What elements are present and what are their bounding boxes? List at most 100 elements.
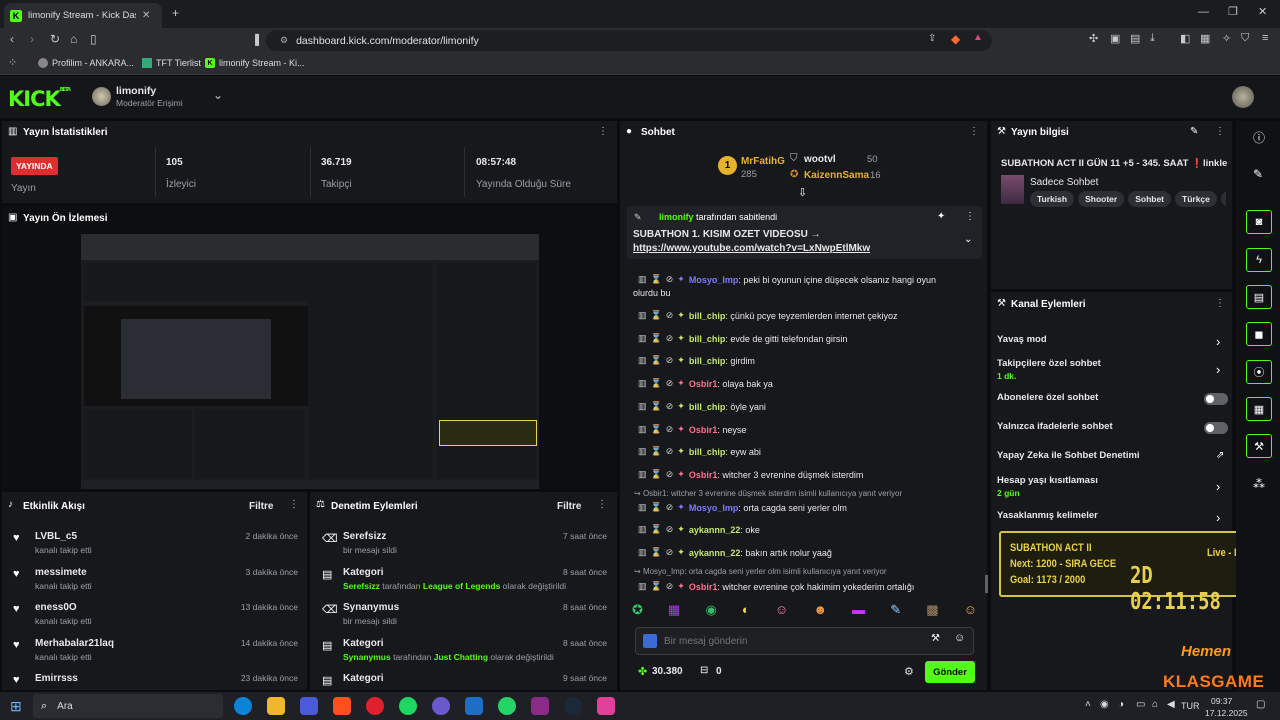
- restore-icon[interactable]: ❐: [1228, 5, 1238, 18]
- send-button[interactable]: Gönder: [925, 661, 975, 683]
- category-name[interactable]: Sadece Sohbet: [1030, 177, 1098, 188]
- notifications-icon[interactable]: ▢: [1256, 699, 1265, 710]
- timeout-icon[interactable]: ⌛: [651, 581, 662, 592]
- tag[interactable]: Sohbet: [1128, 191, 1172, 207]
- tray-icon[interactable]: ◉: [1100, 699, 1109, 710]
- channel-action-item[interactable]: Hesap yaşı kısıtlaması: [997, 475, 1098, 486]
- delete-icon[interactable]: ▥: [638, 355, 647, 366]
- chat-username[interactable]: bill_chip: [689, 447, 726, 457]
- chat-username[interactable]: Osbir1: [689, 379, 718, 389]
- chat-username[interactable]: aykannn_22: [689, 548, 741, 558]
- reload-icon[interactable]: ↻: [50, 32, 60, 46]
- ban-icon[interactable]: ⊘: [666, 333, 674, 344]
- bookmark-profilim[interactable]: Profilim - ANKARA...: [38, 58, 134, 68]
- chat-username[interactable]: aykannn_22: [689, 525, 741, 535]
- timeout-icon[interactable]: ⌛: [651, 547, 662, 558]
- delete-icon[interactable]: ▥: [638, 310, 647, 321]
- bookmark-icon[interactable]: ❚: [252, 32, 262, 46]
- chat-message[interactable]: ▥ ⌛ ⊘ ✦ Mosyo_Imp: peki bi oyunun içine …: [638, 274, 936, 285]
- chat-message[interactable]: ▥ ⌛ ⊘ ✦ bill_chip: eyw abi: [638, 446, 761, 457]
- minimize-icon[interactable]: —: [1198, 6, 1209, 18]
- user-avatar[interactable]: [1232, 86, 1254, 108]
- spotify-icon[interactable]: [399, 697, 417, 715]
- ban-icon[interactable]: ⊘: [666, 524, 674, 535]
- activity-user[interactable]: LVBL_c5: [35, 531, 77, 542]
- more-icon[interactable]: ⋮: [965, 211, 975, 222]
- brave-rewards-icon[interactable]: ▲: [973, 32, 983, 43]
- app-icon[interactable]: [597, 697, 615, 715]
- activity-user[interactable]: eness0O: [35, 602, 77, 613]
- ban-icon[interactable]: ⊘: [666, 401, 674, 412]
- external-link-icon[interactable]: ⇗: [1216, 450, 1224, 461]
- emoji-icon[interactable]: ☺: [954, 632, 965, 644]
- ban-icon[interactable]: ⊘: [666, 310, 674, 321]
- tag[interactable]: Turkish: [1030, 191, 1075, 207]
- stream-preview-video[interactable]: [81, 234, 539, 489]
- screenshot-icon[interactable]: ▣: [1110, 32, 1120, 45]
- chat-message[interactable]: ▥ ⌛ ⊘ ✦ bill_chip: öyle yani: [638, 401, 766, 412]
- channel-action-item[interactable]: Yapay Zeka ile Sohbet Denetimi: [997, 450, 1140, 461]
- chevron-right-icon[interactable]: ›: [1216, 510, 1220, 525]
- home-icon[interactable]: ⌂: [70, 32, 77, 46]
- close-tab-icon[interactable]: ✕: [142, 10, 150, 21]
- delete-icon[interactable]: ▥: [638, 469, 647, 480]
- site-info-icon[interactable]: ⚙: [280, 35, 288, 46]
- chat-input[interactable]: [664, 632, 914, 650]
- bookmark-tft[interactable]: TFT Tierlist: [142, 58, 201, 68]
- more-tools-icon[interactable]: ⁂: [1253, 477, 1265, 491]
- app-icon[interactable]: [531, 697, 549, 715]
- pinned-link[interactable]: https://www.youtube.com/watch?v=LxNwpEtl…: [633, 243, 870, 254]
- leader-name[interactable]: MrFatihG: [741, 156, 785, 167]
- leader-name[interactable]: KaizennSama: [804, 170, 869, 181]
- activity-filter-button[interactable]: Filtre: [249, 501, 273, 512]
- steam-icon[interactable]: [564, 697, 582, 715]
- more-icon[interactable]: ⋮: [969, 126, 979, 137]
- tray-chevron-icon[interactable]: ˄: [1085, 699, 1091, 710]
- windows-start-icon[interactable]: ⊞: [10, 698, 22, 715]
- ban-icon[interactable]: ⊘: [666, 502, 674, 513]
- share-icon[interactable]: ⇪: [928, 33, 936, 44]
- delete-icon[interactable]: ▥: [638, 524, 647, 535]
- expand-leaderboard-icon[interactable]: ⇩: [798, 186, 807, 199]
- brave-shield-icon[interactable]: ◆: [951, 32, 960, 46]
- ban-icon[interactable]: ⊘: [666, 469, 674, 480]
- timeout-icon[interactable]: ⌛: [651, 469, 662, 480]
- tag[interactable]: Shooter: [1078, 191, 1125, 207]
- channel-action-item[interactable]: Yasaklanmış kelimeler: [997, 510, 1098, 521]
- sidebar-toggle-icon[interactable]: ▯: [90, 32, 97, 46]
- chevron-right-icon[interactable]: ›: [1216, 362, 1220, 377]
- chat-message[interactable]: ▥ ⌛ ⊘ ✦ Osbir1: neyse: [638, 424, 746, 435]
- timeout-icon[interactable]: ⌛: [651, 310, 662, 321]
- more-icon[interactable]: ⋮: [597, 499, 607, 510]
- close-window-icon[interactable]: ✕: [1258, 5, 1267, 18]
- browser-tab[interactable]: K limonify Stream - Kick Dashb ✕: [4, 3, 162, 28]
- ban-icon[interactable]: ⊘: [666, 547, 674, 558]
- delete-icon[interactable]: ▥: [638, 274, 647, 285]
- info-icon[interactable]: ⓘ: [1253, 129, 1265, 146]
- timeout-icon[interactable]: ⌛: [651, 446, 662, 457]
- chat-username[interactable]: Mosyo_Imp: [689, 275, 739, 285]
- discord-icon[interactable]: [432, 697, 450, 715]
- ban-icon[interactable]: ⊘: [666, 446, 674, 457]
- camera-icon[interactable]: ◙: [1246, 210, 1272, 234]
- chat-message[interactable]: ▥ ⌛ ⊘ ✦ bill_chip: girdim: [638, 355, 755, 366]
- ban-icon[interactable]: ⊘: [666, 378, 674, 389]
- moderation-filter-button[interactable]: Filtre: [557, 501, 581, 512]
- apps-icon[interactable]: ⁘: [8, 56, 17, 69]
- sidebar-icon[interactable]: ◧: [1180, 32, 1190, 45]
- chevron-right-icon[interactable]: ›: [1216, 334, 1220, 349]
- delete-icon[interactable]: ▥: [638, 502, 647, 513]
- edit-icon[interactable]: ✎: [1190, 126, 1198, 137]
- chat-message[interactable]: ▥ ⌛ ⊘ ✦ Osbir1: olaya bak ya: [638, 378, 773, 389]
- address-bar[interactable]: ⚙ dashboard.kick.com/moderator/limonify: [266, 30, 992, 51]
- app-icon[interactable]: [465, 697, 483, 715]
- ai-icon[interactable]: ⚒: [931, 633, 940, 644]
- volume-icon[interactable]: ◀: [1167, 699, 1175, 710]
- reading-list-icon[interactable]: ▦: [1200, 32, 1210, 45]
- store-icon[interactable]: [300, 697, 318, 715]
- lightning-icon[interactable]: ϟ: [1246, 248, 1272, 272]
- more-icon[interactable]: ⋮: [1215, 298, 1225, 309]
- clipboard-icon[interactable]: ▤: [1246, 285, 1272, 309]
- broadcast-icon[interactable]: ⦿: [1246, 360, 1272, 384]
- timeout-icon[interactable]: ⌛: [651, 333, 662, 344]
